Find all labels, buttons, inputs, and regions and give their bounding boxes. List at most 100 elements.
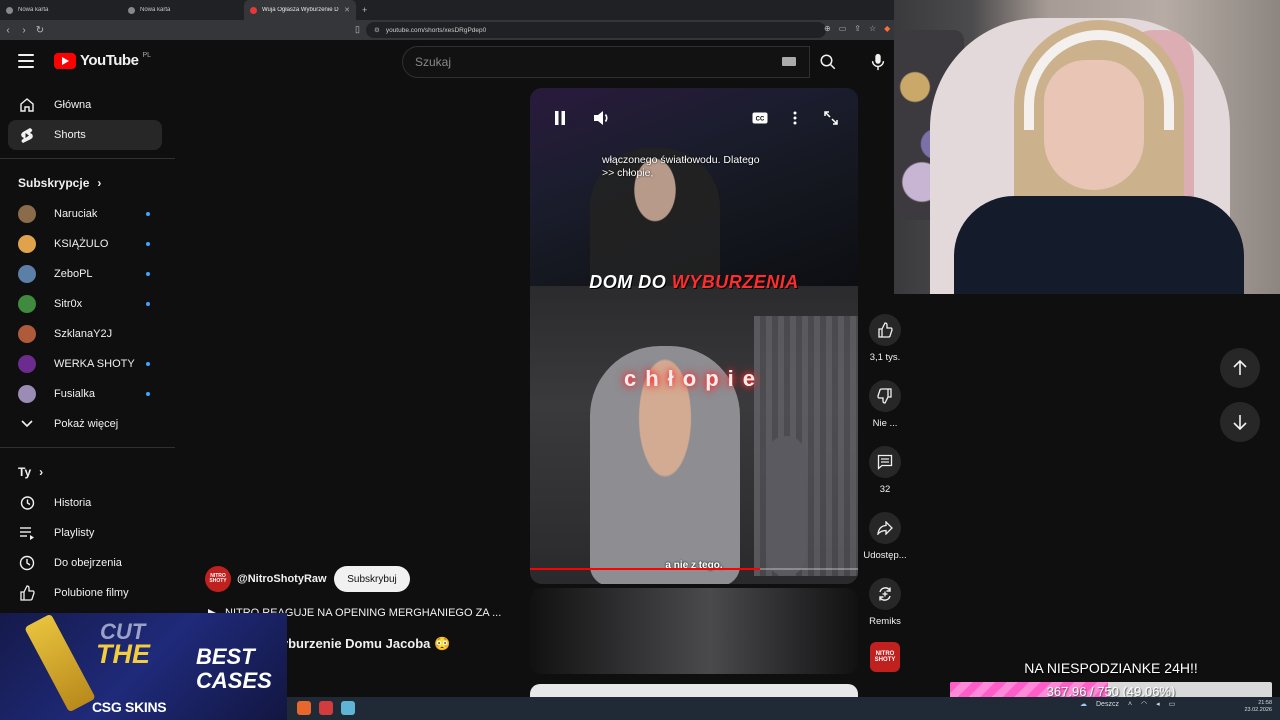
playlist-icon bbox=[18, 524, 36, 542]
fullscreen-button[interactable] bbox=[819, 108, 843, 128]
site-info-icon[interactable]: ⚙ bbox=[374, 26, 380, 34]
new-tab-icon[interactable]: + bbox=[362, 5, 367, 15]
previous-short-button[interactable] bbox=[1220, 348, 1260, 388]
arrow-up-icon bbox=[1233, 360, 1247, 375]
you-heading[interactable]: Ty › bbox=[8, 456, 176, 488]
channel-avatar bbox=[18, 265, 36, 283]
subscription-item[interactable]: Fusialka bbox=[8, 379, 162, 409]
subscription-item[interactable]: Sitr0x bbox=[8, 289, 162, 319]
browser-tab[interactable]: Nowa karta bbox=[0, 0, 122, 20]
thumbs-down-icon bbox=[877, 388, 892, 404]
video-progress-bar[interactable] bbox=[530, 568, 858, 570]
subscribe-button[interactable]: Subskrybuj bbox=[334, 566, 410, 592]
sidebar-item-playlists[interactable]: Playlisty bbox=[8, 518, 162, 548]
cc-icon: CC bbox=[752, 112, 768, 124]
share-button[interactable] bbox=[869, 512, 901, 544]
sidebar-item-shorts[interactable]: Shorts bbox=[8, 120, 162, 150]
weather-icon[interactable]: ☁ bbox=[1080, 700, 1087, 708]
more-vertical-icon bbox=[793, 111, 797, 125]
thumbs-up-icon bbox=[878, 322, 893, 338]
notepad-taskbar-icon[interactable] bbox=[341, 701, 355, 715]
screen-icon[interactable]: ▭ bbox=[839, 24, 847, 33]
brave-taskbar-icon[interactable] bbox=[297, 701, 311, 715]
history-icon bbox=[18, 494, 36, 512]
share-action[interactable]: Udostęp... bbox=[862, 512, 908, 561]
star-icon[interactable]: ☆ bbox=[869, 24, 876, 33]
sidebar-item-watch-later[interactable]: Do obejrzenia bbox=[8, 548, 162, 578]
app-taskbar-icon[interactable] bbox=[319, 701, 333, 715]
close-tab-icon[interactable]: ✕ bbox=[344, 6, 350, 14]
browser-tab-active[interactable]: Wuja Ogłasza Wyburzenie D... ✕ bbox=[244, 0, 356, 20]
battery-icon[interactable]: ▭ bbox=[1169, 700, 1176, 708]
microphone-button[interactable] bbox=[866, 50, 890, 74]
comments-button[interactable] bbox=[869, 446, 901, 478]
chevron-right-icon: › bbox=[97, 176, 102, 190]
dislike-action[interactable]: Nie ... bbox=[862, 380, 908, 429]
subscriptions-heading[interactable]: Subskrypcje › bbox=[8, 167, 176, 199]
subscription-item[interactable]: ZeboPL bbox=[8, 259, 162, 289]
search-input[interactable]: Szukaj bbox=[402, 46, 810, 78]
subscription-item[interactable]: KSIĄŻULO bbox=[8, 229, 162, 259]
comments-action[interactable]: 32 bbox=[862, 446, 908, 495]
system-clock[interactable]: 21:58 23.02.2026 bbox=[1238, 700, 1272, 714]
browser-toolbar-icons: ⊕ ▭ ⇪ ☆ ◆ bbox=[824, 24, 890, 33]
keyboard-icon[interactable] bbox=[782, 57, 796, 66]
pause-button[interactable] bbox=[548, 108, 572, 128]
brave-shield-icon[interactable]: ◆ bbox=[884, 24, 890, 33]
video-person bbox=[766, 436, 806, 576]
svg-text:CC: CC bbox=[756, 117, 765, 123]
wifi-icon[interactable]: ◠ bbox=[1141, 700, 1147, 708]
address-bar[interactable]: ⚙ youtube.com/shorts/xesDRgPdep0 bbox=[366, 22, 826, 38]
subscription-label: ZeboPL bbox=[54, 268, 93, 280]
chevron-up-icon[interactable]: ˄ bbox=[1128, 701, 1132, 708]
search-button[interactable] bbox=[810, 46, 846, 78]
dislike-button[interactable] bbox=[869, 380, 901, 412]
share-arrow-icon bbox=[877, 521, 893, 535]
clock-icon bbox=[18, 554, 36, 572]
sidebar-item-history[interactable]: Historia bbox=[8, 488, 162, 518]
expand-icon bbox=[824, 111, 838, 125]
bookmark-icon[interactable]: ▯ bbox=[355, 24, 360, 35]
sidebar-item-home[interactable]: Główna bbox=[8, 90, 162, 120]
sidebar-divider bbox=[0, 447, 175, 448]
weather-text: Deszcz bbox=[1096, 700, 1119, 708]
subscription-item[interactable]: SzklanaY2J bbox=[8, 319, 162, 349]
more-options-button[interactable] bbox=[783, 108, 807, 128]
subscription-label: SzklanaY2J bbox=[54, 328, 113, 340]
back-icon[interactable]: ‹ bbox=[0, 25, 16, 36]
youtube-logo[interactable]: YouTube PL bbox=[54, 52, 151, 69]
subscription-label: Fusialka bbox=[54, 388, 95, 400]
arrow-down-icon bbox=[1233, 415, 1247, 430]
share-icon[interactable]: ⇪ bbox=[854, 24, 861, 33]
sidebar: Główna Shorts Subskrypcje › Naruciak KSIĄŻ… bbox=[0, 90, 176, 608]
subscription-item[interactable]: Naruciak bbox=[8, 199, 162, 229]
remix-button[interactable] bbox=[869, 578, 901, 610]
captions-button[interactable]: CC bbox=[748, 108, 772, 128]
channel-avatar[interactable]: NITRO SHOTY bbox=[205, 566, 231, 592]
ad-text: THE bbox=[96, 639, 150, 669]
youtube-play-icon bbox=[54, 52, 76, 69]
globe-icon bbox=[128, 6, 135, 14]
volume-button[interactable] bbox=[590, 108, 614, 128]
remix-action[interactable]: Remiks bbox=[862, 578, 908, 627]
next-short-preview[interactable] bbox=[530, 588, 858, 674]
like-action[interactable]: 3,1 tys. bbox=[862, 314, 908, 363]
globe-icon bbox=[6, 6, 13, 14]
browser-tab[interactable]: Nowa karta bbox=[122, 0, 244, 20]
subscription-item[interactable]: WERKA SHOTY bbox=[8, 349, 162, 379]
channel-name[interactable]: @NitroShotyRaw bbox=[237, 573, 327, 585]
subscription-label: WERKA SHOTY bbox=[54, 358, 135, 370]
show-more-button[interactable]: Pokaż więcej bbox=[8, 409, 162, 439]
like-button[interactable] bbox=[869, 314, 901, 346]
channel-thumbnail[interactable]: NITRO SHOTY bbox=[870, 642, 900, 672]
speaker-icon[interactable]: ◂ bbox=[1156, 700, 1160, 708]
forward-icon[interactable]: › bbox=[16, 25, 32, 36]
video-caption: włączonego światłowodu. Dlatego >> chłop… bbox=[602, 154, 760, 179]
shorts-player[interactable]: włączonego światłowodu. Dlatego >> chłop… bbox=[530, 88, 858, 584]
reload-icon[interactable]: ↻ bbox=[32, 25, 48, 36]
sidebar-item-liked[interactable]: Polubione filmy bbox=[8, 578, 162, 608]
sponsor-ad-overlay: CUT THE BEST CASES CSG SKINS bbox=[0, 613, 287, 720]
menu-icon[interactable] bbox=[18, 54, 34, 68]
zoom-icon[interactable]: ⊕ bbox=[824, 24, 831, 33]
next-short-button[interactable] bbox=[1220, 402, 1260, 442]
